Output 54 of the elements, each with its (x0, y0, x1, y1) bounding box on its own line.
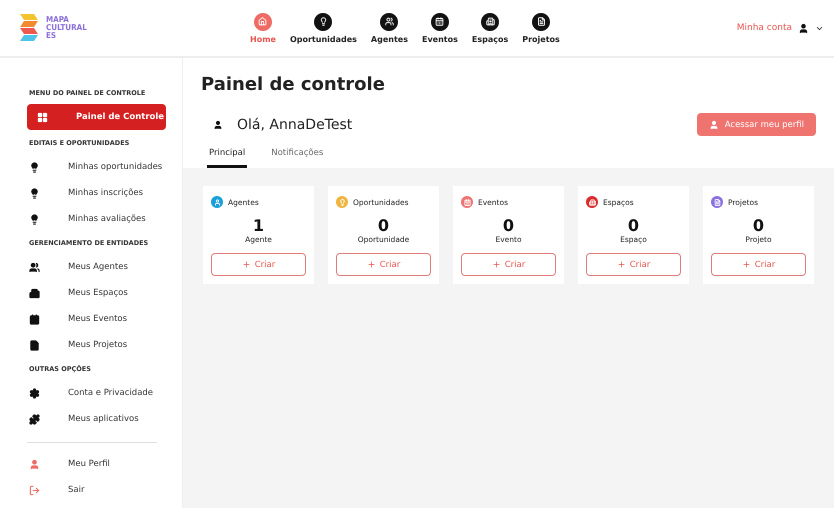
plus-icon (742, 260, 751, 269)
sidebar-item[interactable]: Meus aplicativos (27, 406, 166, 432)
sidebar-item[interactable]: Minhas inscrições (27, 180, 166, 206)
logo-text: MAPA CULTURAL ES (46, 16, 87, 40)
nav-tab[interactable]: Home (250, 12, 276, 44)
logout-icon (29, 484, 40, 496)
sidebar-item[interactable]: Meu Perfil (27, 451, 166, 477)
create-button[interactable]: Criar (211, 253, 306, 276)
sidebar-item[interactable]: Meus Agentes (27, 254, 166, 280)
create-button[interactable]: Criar (461, 253, 556, 276)
nav-tab[interactable]: Agentes (370, 12, 408, 44)
settings-icon (29, 388, 40, 398)
entity-count: 1 (252, 216, 266, 235)
home-icon (258, 17, 268, 26)
sidebar-item[interactable]: Minhas avaliações (27, 206, 166, 232)
entity-count: 0 (752, 216, 766, 235)
nav-tab[interactable]: Oportunidades (290, 12, 357, 44)
nav-tab[interactable]: Eventos (422, 12, 458, 44)
sidebar-item[interactable]: Meus Espaços (27, 280, 166, 306)
plus-icon (616, 260, 626, 269)
person-icon (213, 120, 223, 130)
people-icon (29, 262, 40, 272)
puzzle-icon (29, 414, 40, 424)
entity-count: 0 (626, 216, 640, 235)
person-icon (798, 22, 809, 34)
page-title: Painel de controle (201, 74, 386, 95)
lightbulb-icon (29, 188, 40, 198)
plus-icon (492, 260, 501, 269)
sidebar-item[interactable]: Sair (27, 477, 166, 503)
sidebar-item[interactable]: Minhas oportunidades (27, 154, 166, 180)
nav-tab[interactable]: Espaços (472, 12, 508, 44)
sidebar-item[interactable]: Meus Projetos (27, 332, 166, 358)
create-button[interactable]: Criar (586, 253, 681, 276)
sidebar-item[interactable]: Conta e Privacidade (27, 380, 166, 406)
grid-icon (37, 112, 48, 122)
create-button[interactable]: Criar (711, 253, 806, 276)
greeting: Olá, AnnaDeTest (237, 116, 352, 132)
sidebar-item[interactable]: Painel de Controle (27, 104, 166, 130)
person-icon (708, 120, 719, 130)
sidebar-item[interactable]: Meus Eventos (27, 306, 166, 332)
plus-icon (242, 260, 251, 269)
nav-tab[interactable]: Projetos (522, 12, 560, 44)
person-icon (29, 458, 40, 470)
lightbulb-icon (318, 17, 328, 26)
account-menu[interactable]: Minha conta (736, 22, 824, 34)
tab[interactable]: Notificações (269, 144, 326, 168)
entity-count: 0 (502, 216, 516, 235)
lightbulb-icon (29, 162, 40, 172)
lightbulb-icon (29, 214, 40, 224)
entity-count: 0 (376, 216, 390, 235)
people-icon (384, 17, 394, 26)
create-button[interactable]: Criar (336, 253, 431, 276)
logo-icon (20, 14, 38, 42)
plus-icon (366, 260, 376, 269)
